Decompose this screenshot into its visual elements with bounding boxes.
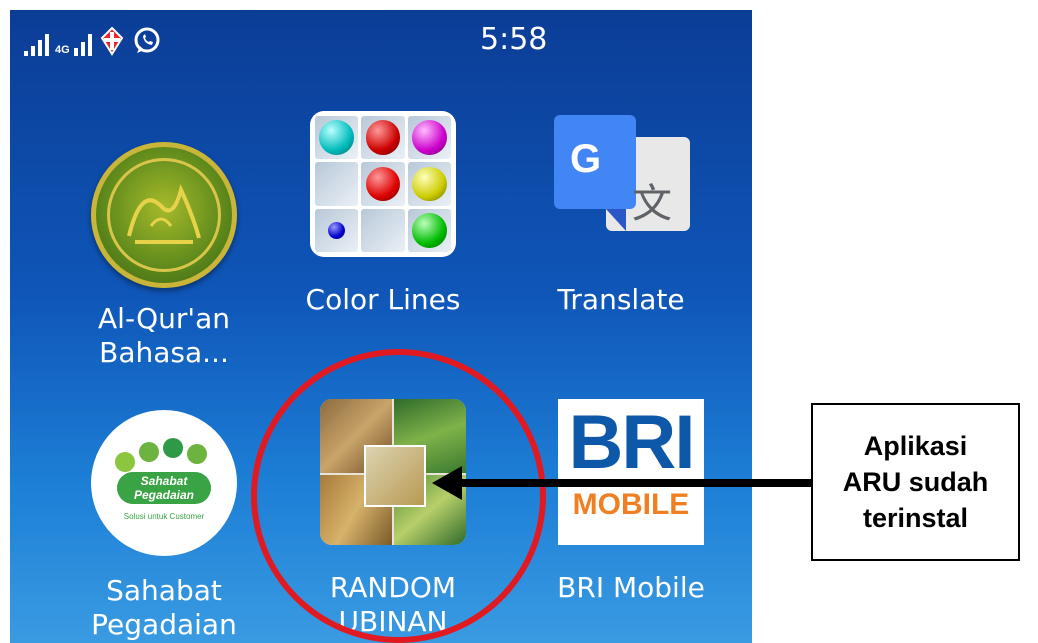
highlight-circle: [251, 349, 546, 643]
whatsapp-icon: [134, 27, 160, 53]
app-label: Sahabat Pegadaian: [91, 574, 237, 641]
callout-line: Aplikasi: [863, 431, 968, 461]
network-type-label: 4G: [55, 44, 70, 56]
app-alquran[interactable]: Al-Qur'an Bahasa...: [59, 142, 269, 370]
sahabat-pegadaian-app-icon: Sahabat Pegadaian Solusi untuk Customer: [91, 410, 237, 556]
app-label: Color Lines: [305, 283, 461, 316]
callout-line: ARU sudah: [842, 467, 989, 497]
status-bar: 4G 5:58: [10, 10, 752, 66]
annotation-callout: Aplikasi ARU sudah terinstal: [811, 403, 1020, 561]
status-icons: 4G: [24, 20, 162, 56]
signal-icon: [24, 34, 49, 56]
app-label: BRI Mobile: [557, 571, 705, 604]
google-translate-app-icon: G 文: [548, 111, 694, 257]
color-lines-app-icon: [310, 111, 456, 257]
arrow-head-icon: [432, 466, 462, 500]
clock: 5:58: [480, 22, 548, 57]
signal-4g-icon: 4G: [55, 34, 92, 56]
app-sahabat-pegadaian[interactable]: Sahabat Pegadaian Solusi untuk Customer S…: [59, 410, 269, 642]
app-color-lines[interactable]: Color Lines: [278, 111, 488, 317]
quran-app-icon: [91, 142, 237, 288]
callout-line: terinstal: [862, 503, 969, 533]
app-bri-mobile[interactable]: BRI MOBILE BRI Mobile: [526, 399, 736, 605]
arrow-shaft: [458, 479, 812, 487]
app-translate[interactable]: G 文 Translate: [516, 111, 726, 317]
bri-mobile-app-icon: BRI MOBILE: [558, 399, 704, 545]
app-label: Al-Qur'an Bahasa...: [98, 302, 230, 369]
app-label: Translate: [557, 283, 685, 316]
telkomsel-icon: [100, 26, 123, 56]
